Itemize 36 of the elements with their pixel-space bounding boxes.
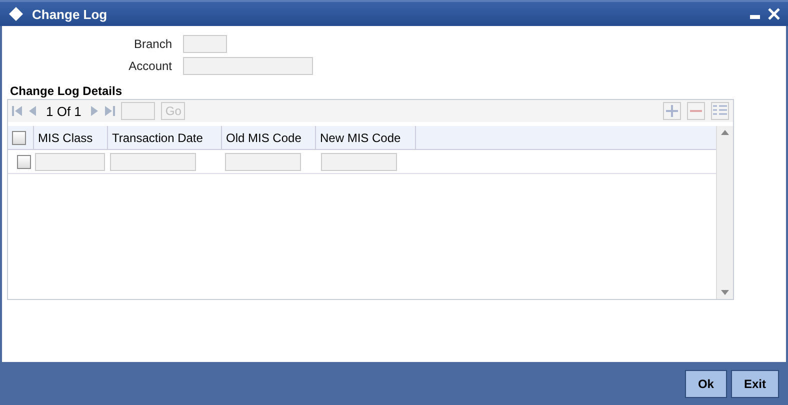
scroll-down-icon[interactable] [721,290,729,295]
field-label: Account [128,59,172,73]
select-all-checkbox[interactable] [12,130,26,144]
cell-input-field[interactable] [321,152,397,170]
previous-page-icon[interactable] [28,106,36,116]
exit-button[interactable]: Exit [730,370,779,398]
delete-row-button[interactable] [687,102,705,120]
column-header: Transaction Date [108,126,222,149]
diamond-icon [8,6,24,22]
cell-input-field[interactable] [225,152,301,170]
list-icon [713,105,727,117]
minimize-icon[interactable] [750,15,760,19]
column-header: Old MIS Code [222,126,316,149]
minus-icon [690,110,702,112]
close-icon[interactable] [768,8,780,20]
add-row-button[interactable] [663,102,681,120]
field-label: Branch [132,37,172,51]
page-input-field[interactable] [121,102,156,120]
input-field[interactable] [183,57,313,75]
column-header: New MIS Code [316,126,416,149]
cell-input-field[interactable] [110,152,196,170]
last-page-icon[interactable] [105,106,116,116]
single-view-button[interactable] [711,102,729,120]
input-field[interactable] [183,35,227,53]
window-title: Change Log [32,6,108,22]
scroll-up-icon[interactable] [721,130,729,135]
cell-input-field[interactable] [35,152,105,170]
column-header: MIS Class [34,126,108,149]
ok-button[interactable]: Ok [684,370,727,398]
scrollbar[interactable] [716,126,733,299]
section-title: Change Log Details [10,84,124,98]
page-indicator: 1 Of 1 [46,104,82,118]
row-checkbox[interactable] [17,154,31,168]
plus-icon [666,105,678,117]
first-page-icon[interactable] [12,106,22,116]
next-page-icon[interactable] [91,106,100,116]
